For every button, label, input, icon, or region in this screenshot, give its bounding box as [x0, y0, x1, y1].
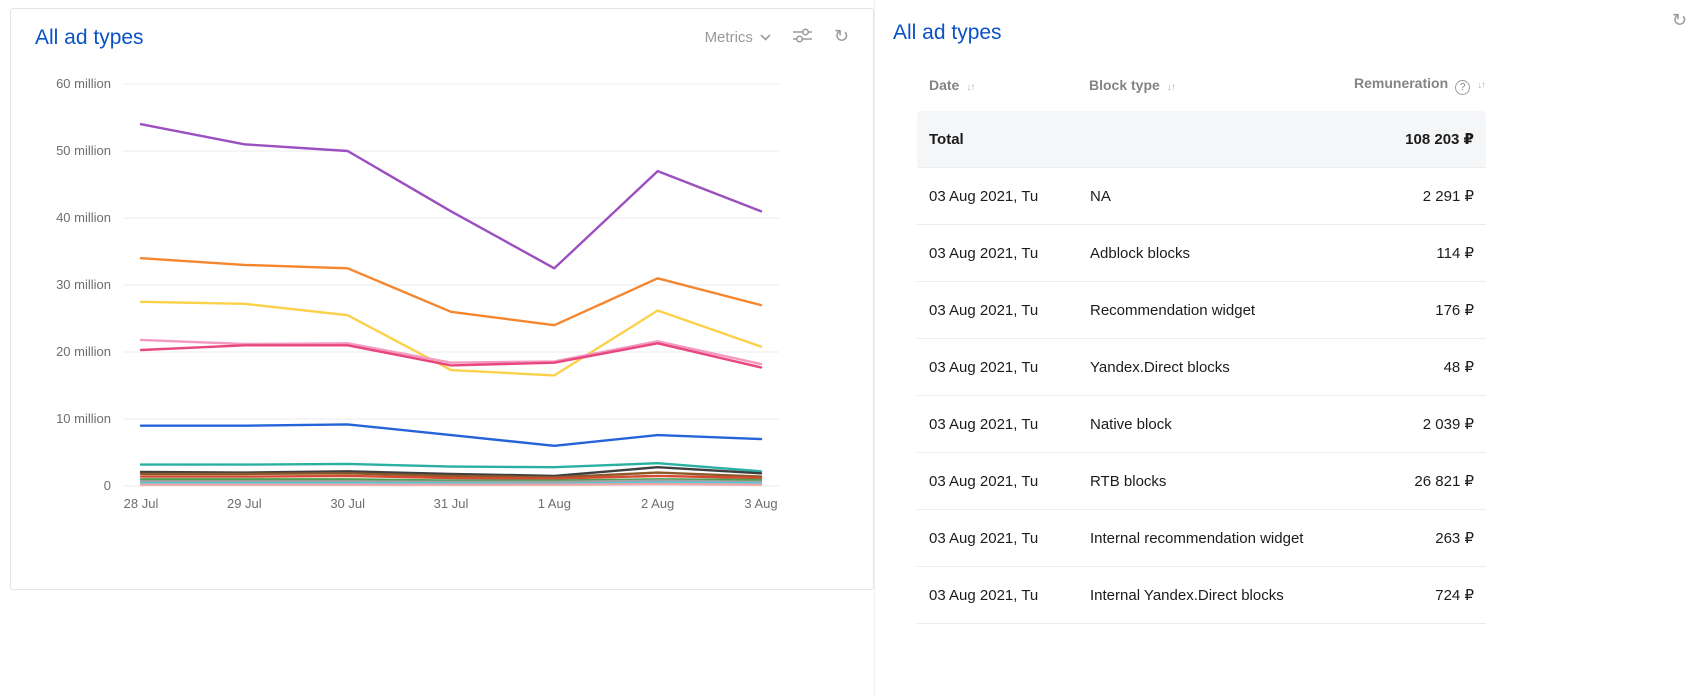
y-axis-tick-label: 20 million: [56, 344, 111, 359]
date-cell: 03 Aug 2021, Tu: [917, 567, 1089, 624]
remuneration-cell: 2 291 ₽: [1354, 168, 1486, 225]
x-axis-tick-label: 28 Jul: [124, 496, 159, 511]
help-icon[interactable]: ?: [1455, 80, 1470, 95]
x-axis-tick-label: 3 Aug: [744, 496, 777, 511]
date-cell: 03 Aug 2021, Tu: [917, 168, 1089, 225]
x-axis-tick-label: 29 Jul: [227, 496, 262, 511]
chart-line-rose: [141, 484, 761, 485]
date-cell: 03 Aug 2021, Tu: [917, 396, 1089, 453]
date-cell: 03 Aug 2021, Tu: [917, 510, 1089, 567]
date-column-label: Date: [929, 77, 959, 93]
y-axis-tick-label: 60 million: [56, 76, 111, 91]
remuneration-cell: 176 ₽: [1354, 282, 1486, 339]
total-remuneration: 108 203 ₽: [1354, 111, 1486, 168]
x-axis-tick-label: 1 Aug: [538, 496, 571, 511]
remuneration-cell: 2 039 ₽: [1354, 396, 1486, 453]
table-total-row: Total 108 203 ₽: [917, 111, 1486, 168]
table-row: 03 Aug 2021, TuRTB blocks26 821 ₽: [917, 453, 1486, 510]
remuneration-cell: 26 821 ₽: [1354, 453, 1486, 510]
table-refresh-button[interactable]: ↻: [1672, 12, 1687, 30]
y-axis-tick-label: 0: [104, 478, 111, 493]
empty-cell: [1089, 111, 1354, 168]
table-header-row: Date ↓↑ Block type ↓↑ Remuneration? ↓↑: [917, 67, 1486, 111]
refresh-icon: ↻: [1672, 10, 1687, 31]
table-row: 03 Aug 2021, TuInternal recommendation w…: [917, 510, 1486, 567]
remuneration-cell: 48 ₽: [1354, 339, 1486, 396]
y-axis-tick-label: 30 million: [56, 277, 111, 292]
table-row: 03 Aug 2021, TuYandex.Direct blocks48 ₽: [917, 339, 1486, 396]
metrics-dropdown[interactable]: Metrics: [705, 29, 771, 46]
refresh-icon: ↻: [834, 26, 849, 47]
date-cell: 03 Aug 2021, Tu: [917, 282, 1089, 339]
table-title-link[interactable]: All ad types: [893, 20, 1002, 45]
date-cell: 03 Aug 2021, Tu: [917, 453, 1089, 510]
table-row: 03 Aug 2021, TuNA2 291 ₽: [917, 168, 1486, 225]
block-type-cell: RTB blocks: [1089, 453, 1354, 510]
chart-line-purple: [141, 124, 761, 268]
chart-card: All ad types Metrics ↻: [10, 8, 874, 590]
chart-line-blue: [141, 425, 761, 446]
x-axis-tick-label: 2 Aug: [641, 496, 674, 511]
block-type-cell: Internal recommendation widget: [1089, 510, 1354, 567]
sort-icon: ↓↑: [1167, 82, 1175, 93]
block-type-cell: Recommendation widget: [1089, 282, 1354, 339]
x-axis-tick-label: 30 Jul: [330, 496, 365, 511]
table-card: All ad types ↻ Date ↓↑ Block type ↓↑ Remun…: [874, 0, 1703, 696]
y-axis-tick-label: 50 million: [56, 143, 111, 158]
table-row: 03 Aug 2021, TuAdblock blocks114 ₽: [917, 225, 1486, 282]
chart-card-header: All ad types Metrics ↻: [35, 25, 849, 50]
block-type-column-label: Block type: [1089, 77, 1160, 93]
block-type-cell: NA: [1089, 168, 1354, 225]
report-table: Date ↓↑ Block type ↓↑ Remuneration? ↓↑ Tota…: [917, 67, 1486, 624]
date-cell: 03 Aug 2021, Tu: [917, 339, 1089, 396]
date-cell: 03 Aug 2021, Tu: [917, 225, 1089, 282]
block-type-cell: Adblock blocks: [1089, 225, 1354, 282]
dashboard: All ad types Metrics ↻: [0, 0, 1703, 696]
chart-title-link[interactable]: All ad types: [35, 25, 144, 50]
y-axis-tick-label: 10 million: [56, 411, 111, 426]
chart-controls: Metrics ↻: [705, 28, 849, 46]
sort-icon: ↓↑: [966, 82, 974, 93]
table-row: 03 Aug 2021, TuInternal Yandex.Direct bl…: [917, 567, 1486, 624]
block-type-cell: Internal Yandex.Direct blocks: [1089, 567, 1354, 624]
chart-display-settings-button[interactable]: [793, 28, 812, 45]
sort-icon: ↓↑: [1477, 80, 1485, 91]
block-type-cell: Native block: [1089, 396, 1354, 453]
table-row: 03 Aug 2021, TuNative block2 039 ₽: [917, 396, 1486, 453]
line-chart: 0 10 million 20 million 30 million 40 millio…: [35, 60, 849, 530]
remuneration-cell: 263 ₽: [1354, 510, 1486, 567]
remuneration-column-label: Remuneration: [1354, 75, 1448, 91]
sliders-icon: [793, 28, 812, 43]
table-row: 03 Aug 2021, TuRecommendation widget176 …: [917, 282, 1486, 339]
block-type-cell: Yandex.Direct blocks: [1089, 339, 1354, 396]
remuneration-cell: 724 ₽: [1354, 567, 1486, 624]
total-label: Total: [917, 111, 1089, 168]
remuneration-cell: 114 ₽: [1354, 225, 1486, 282]
y-axis-tick-label: 40 million: [56, 210, 111, 225]
metrics-dropdown-label: Metrics: [705, 29, 753, 46]
x-axis-tick-label: 31 Jul: [434, 496, 469, 511]
column-header-date[interactable]: Date ↓↑: [917, 67, 1089, 111]
column-header-block-type[interactable]: Block type ↓↑: [1089, 67, 1354, 111]
chart-refresh-button[interactable]: ↻: [834, 28, 849, 46]
column-header-remuneration[interactable]: Remuneration? ↓↑: [1354, 67, 1486, 111]
chevron-down-icon: [760, 34, 771, 41]
